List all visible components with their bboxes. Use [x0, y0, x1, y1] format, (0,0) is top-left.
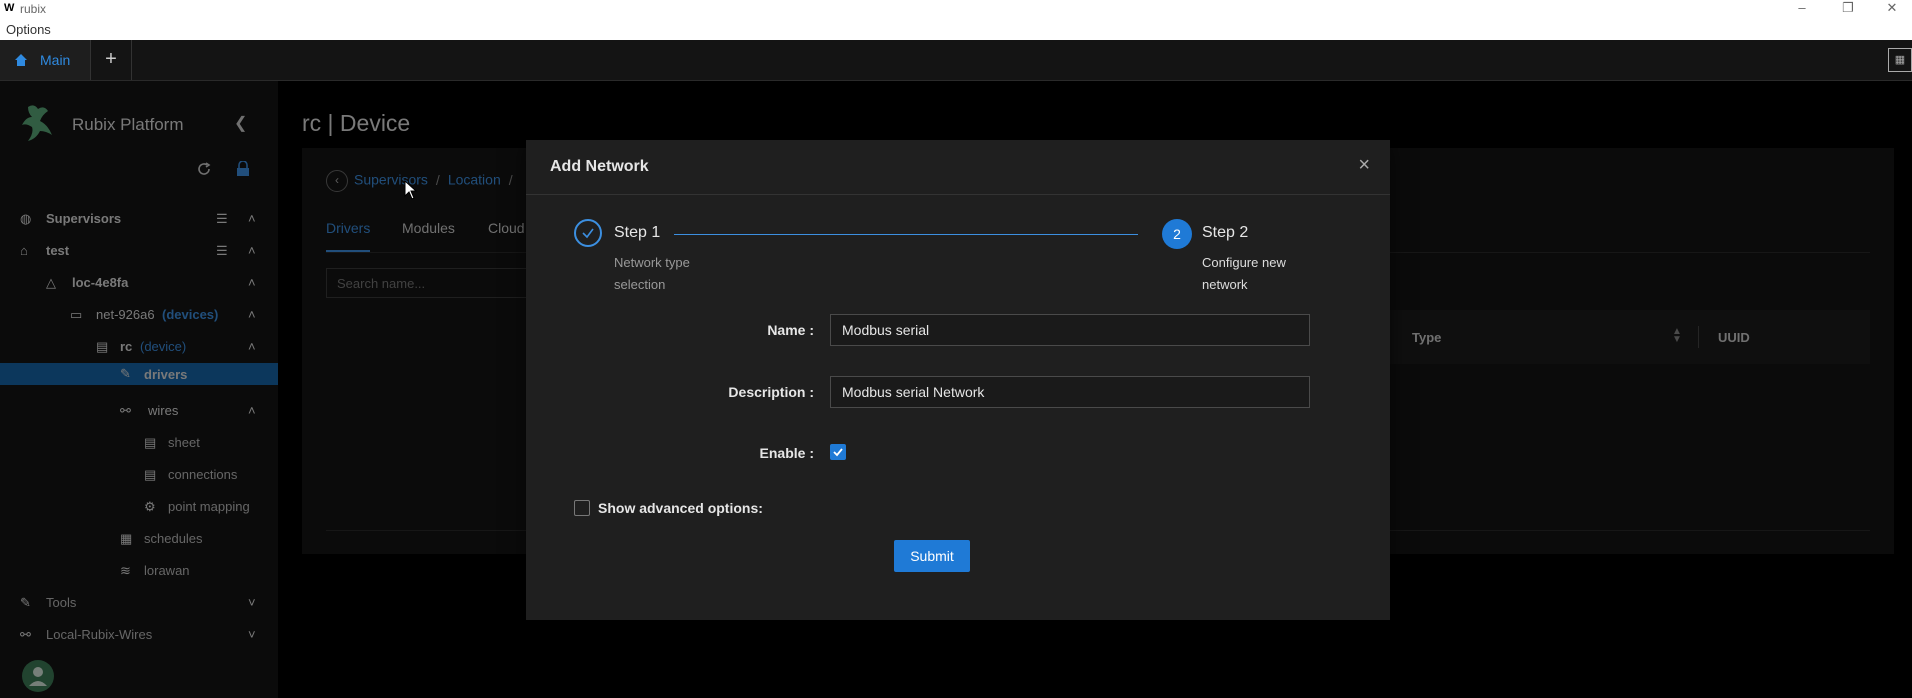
- close-window-icon[interactable]: ✕: [1872, 0, 1912, 18]
- enable-label: Enable :: [759, 445, 814, 461]
- enable-checkbox[interactable]: [830, 444, 846, 460]
- name-input[interactable]: [830, 314, 1310, 346]
- step-1-desc-line: selection: [614, 277, 666, 292]
- tab-main-label: Main: [40, 52, 71, 68]
- check-icon: [833, 448, 843, 457]
- menu-options[interactable]: Options: [6, 22, 51, 37]
- layout-grid-icon[interactable]: ▦: [1888, 48, 1912, 72]
- app-icon: W: [4, 2, 15, 14]
- step-1-description: Network type selection: [614, 252, 690, 296]
- step-2-desc-line: network: [1202, 277, 1248, 292]
- advanced-options-checkbox[interactable]: [574, 500, 590, 516]
- add-tab-button[interactable]: +: [90, 40, 132, 80]
- home-icon: [15, 54, 27, 66]
- window-titlebar: W rubix – ❐ ✕: [0, 0, 1912, 18]
- step-2-title: Step 2: [1202, 224, 1249, 241]
- modal-header: Add Network ×: [526, 140, 1390, 195]
- description-input[interactable]: [830, 376, 1310, 408]
- advanced-options-label[interactable]: Show advanced options:: [598, 500, 763, 516]
- step-2-number: 2: [1162, 219, 1192, 249]
- step-1-title: Step 1: [614, 224, 661, 241]
- add-network-modal: Add Network × Step 1 Network type select…: [526, 140, 1390, 620]
- close-icon[interactable]: ×: [1358, 154, 1370, 177]
- window-title: rubix: [20, 2, 47, 16]
- tab-main[interactable]: Main: [0, 40, 90, 80]
- restore-icon[interactable]: ❐: [1828, 0, 1868, 18]
- step-2-desc-line: Configure new: [1202, 255, 1286, 270]
- menubar: Options: [0, 18, 1912, 40]
- minimize-icon[interactable]: –: [1782, 0, 1822, 18]
- step-2-description: Configure new network: [1202, 252, 1286, 296]
- modal-title: Add Network: [550, 158, 649, 175]
- name-label: Name :: [767, 322, 814, 338]
- step-1-check-icon: [574, 219, 602, 247]
- tab-bar: Main + ▦: [0, 40, 1912, 81]
- step-1-desc-line: Network type: [614, 255, 690, 270]
- mouse-cursor-icon: [404, 180, 418, 200]
- step-connector: [674, 234, 1138, 235]
- description-label: Description :: [728, 384, 814, 400]
- check-icon: [582, 228, 594, 239]
- submit-button[interactable]: Submit: [894, 540, 970, 572]
